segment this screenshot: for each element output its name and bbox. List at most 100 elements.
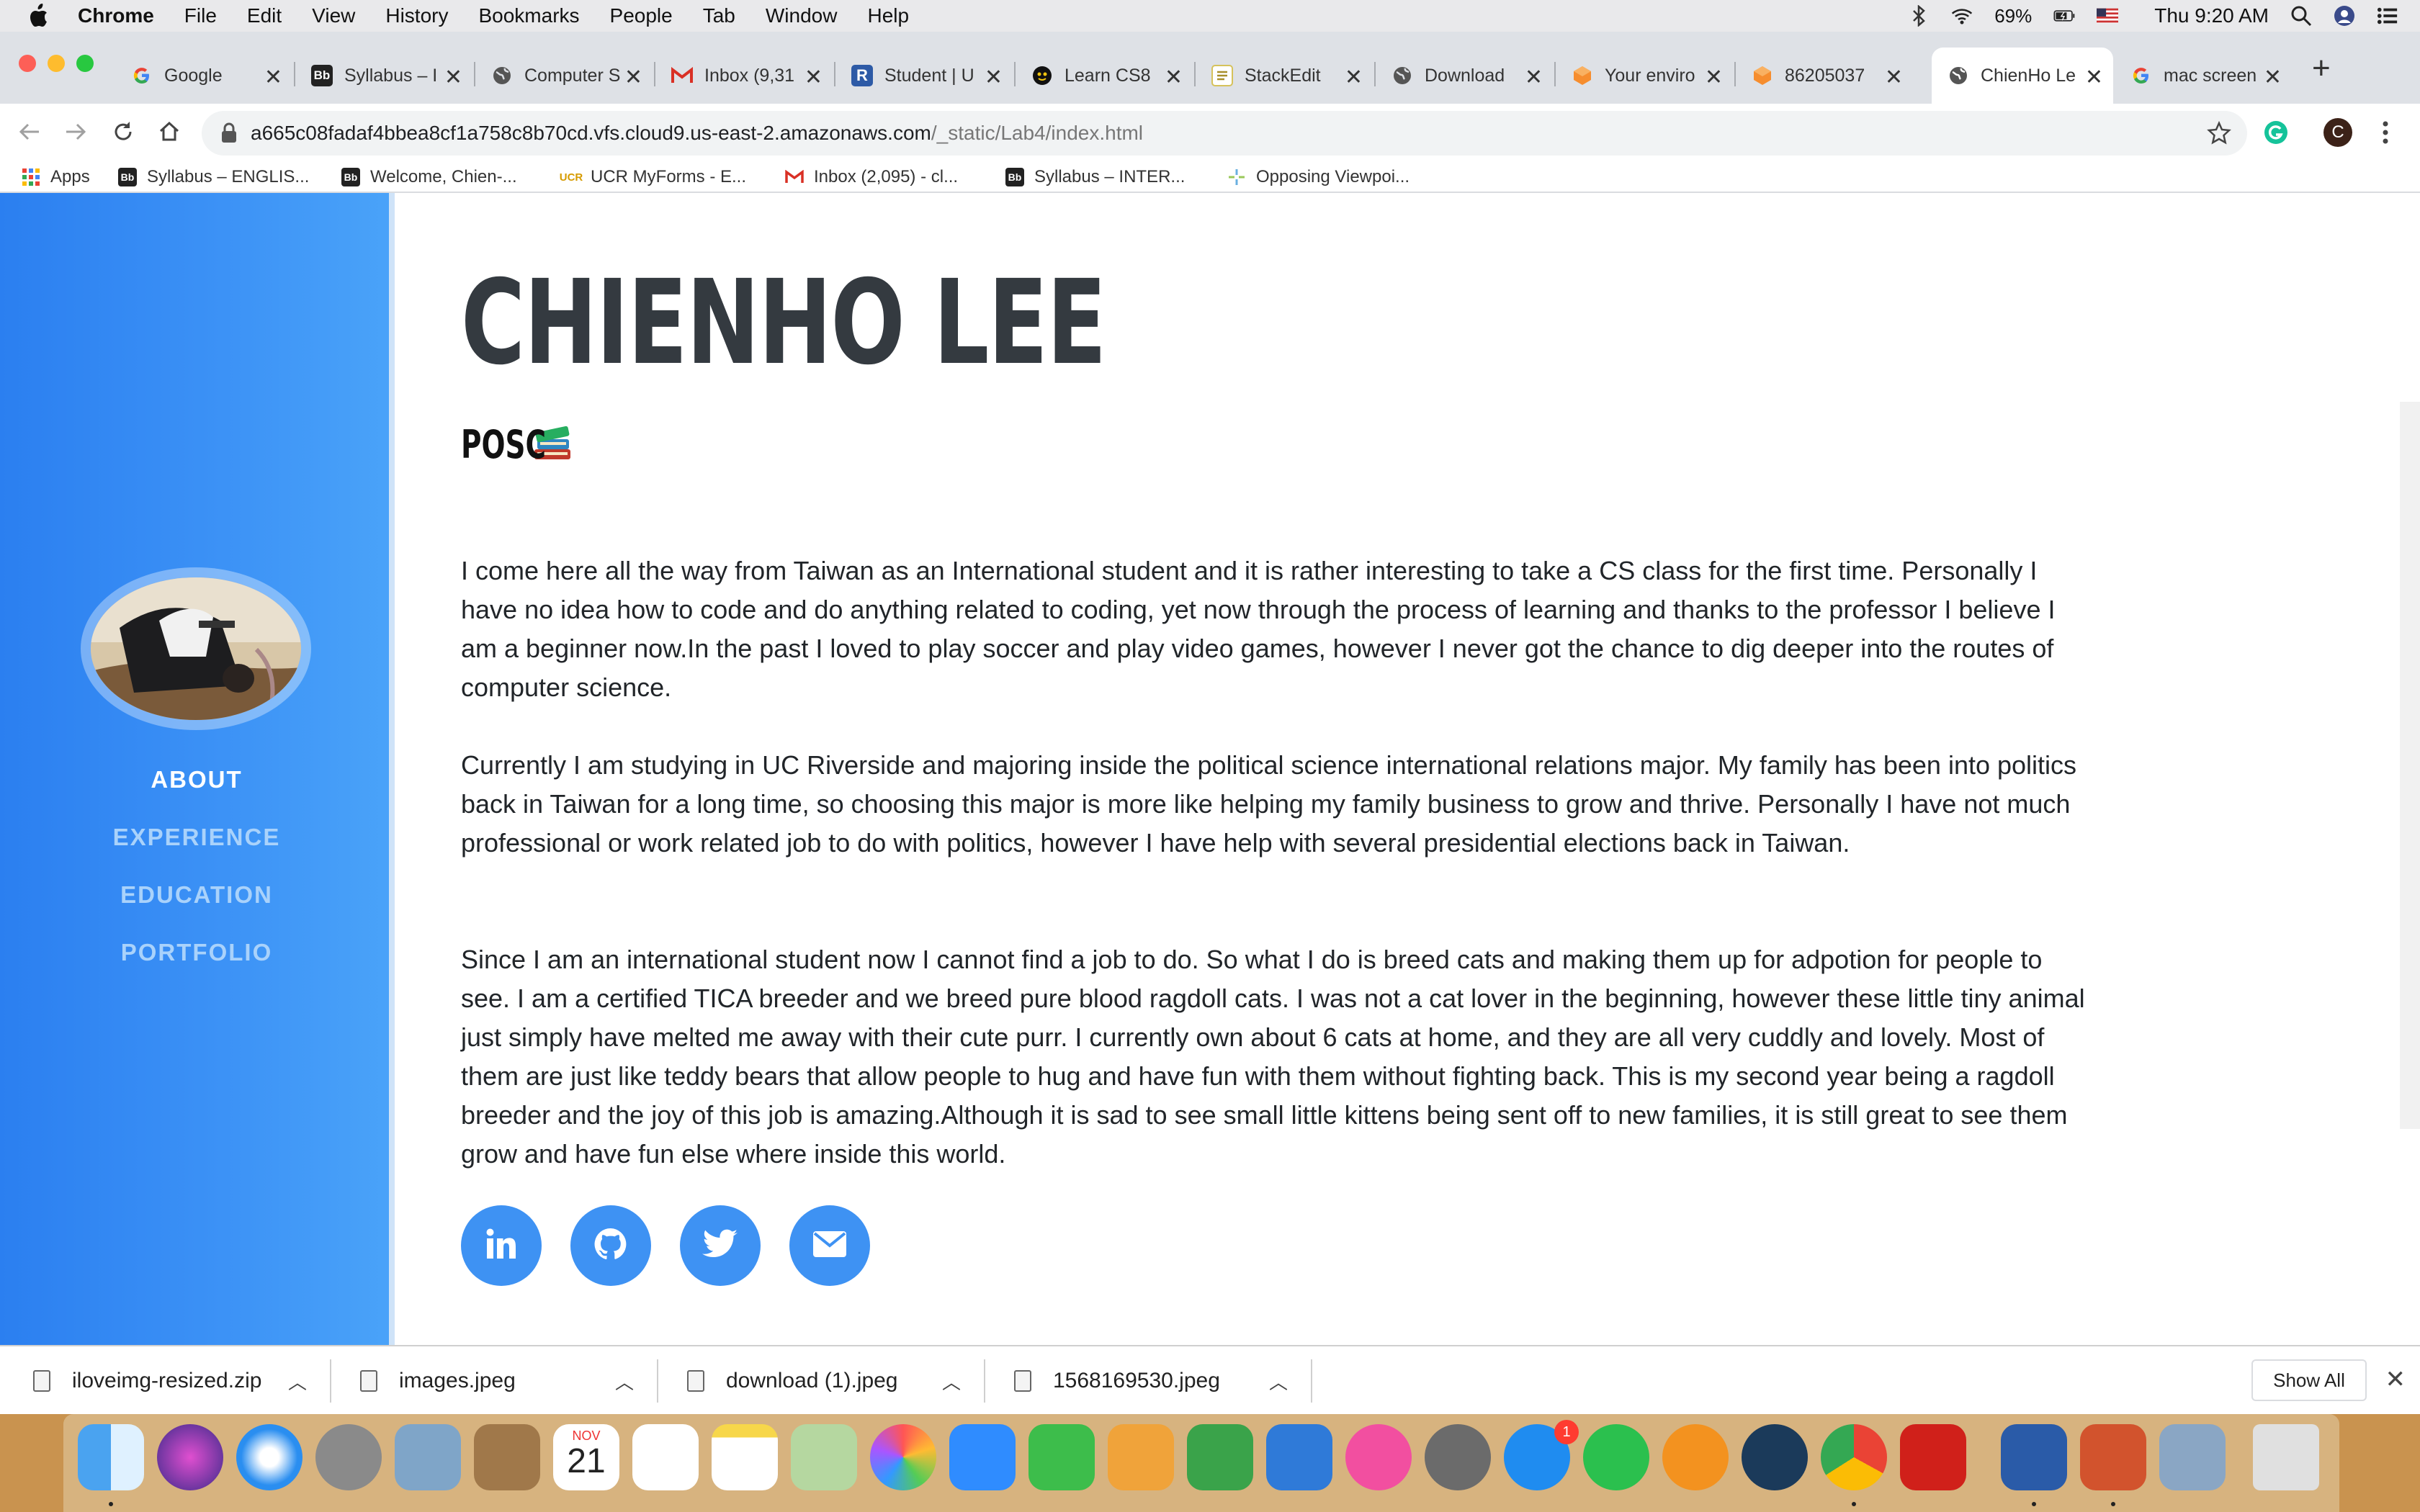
tab-close-icon[interactable]: ✕ — [985, 65, 1003, 90]
nav-education[interactable]: EDUCATION — [0, 881, 393, 909]
notes-icon[interactable] — [712, 1424, 778, 1490]
tab-close-icon[interactable]: ✕ — [444, 65, 462, 90]
tab-mac-screenshot[interactable]: mac screen ✕ — [2115, 48, 2292, 104]
photos-icon[interactable] — [870, 1424, 936, 1490]
keynote-icon[interactable] — [1266, 1424, 1332, 1490]
bookmark-opposing-viewpoints[interactable]: Opposing Viewpoi... — [1227, 166, 1410, 189]
new-tab-plus-icon[interactable]: + — [2312, 50, 2331, 86]
pages-icon[interactable] — [1108, 1424, 1174, 1490]
tab-computer-science[interactable]: Computer S ✕ — [475, 48, 653, 104]
trash-icon[interactable] — [2253, 1424, 2319, 1490]
facetime-icon[interactable] — [1028, 1424, 1095, 1490]
tab-close-icon[interactable]: ✕ — [2264, 65, 2282, 90]
email-button[interactable] — [789, 1205, 870, 1286]
nav-about[interactable]: ABOUT — [0, 766, 393, 793]
tab-cloud9-environment[interactable]: Your enviro ✕ — [1556, 48, 1733, 104]
profile-avatar[interactable]: C — [2323, 118, 2352, 147]
qq-music-icon[interactable] — [1583, 1424, 1649, 1490]
nav-portfolio[interactable]: PORTFOLIO — [0, 939, 393, 966]
tab-close-icon[interactable]: ✕ — [1885, 65, 1903, 90]
lock-icon[interactable] — [220, 122, 238, 148]
menu-history[interactable]: History — [385, 4, 448, 27]
word-icon[interactable] — [2001, 1424, 2067, 1490]
tab-cloud9-86205037[interactable]: 86205037 ✕ — [1736, 48, 1913, 104]
bookmark-syllabus-english[interactable]: Bb Syllabus – ENGLIS... — [118, 166, 309, 189]
address-bar[interactable]: a665c08fadaf4bbea8cf1a758c8b70cd.vfs.clo… — [202, 111, 2247, 156]
bookmark-syllabus-inter[interactable]: Bb Syllabus – INTER... — [1005, 166, 1185, 189]
messages-icon[interactable] — [949, 1424, 1016, 1490]
bookmark-inbox[interactable]: Inbox (2,095) - cl... — [785, 166, 958, 189]
calendar-icon[interactable]: NOV 21 — [553, 1424, 619, 1490]
contacts-icon[interactable] — [474, 1424, 540, 1490]
menu-view[interactable]: View — [312, 4, 355, 27]
forward-arrow-icon[interactable] — [63, 120, 88, 148]
finder-icon[interactable] — [78, 1424, 144, 1490]
tab-close-icon[interactable]: ✕ — [2085, 65, 2103, 90]
user-account-icon[interactable] — [2334, 5, 2355, 27]
page-scrollbar[interactable] — [2400, 402, 2420, 1129]
zoom-window-button[interactable] — [76, 55, 94, 72]
tab-learn-cs8[interactable]: Learn CS8 ✕ — [1016, 48, 1193, 104]
itunes-icon[interactable] — [1345, 1424, 1412, 1490]
reminders-icon[interactable] — [632, 1424, 699, 1490]
acrobat-icon[interactable] — [1900, 1424, 1966, 1490]
powerpoint-icon[interactable] — [2080, 1424, 2146, 1490]
wifi-icon[interactable] — [1951, 5, 1973, 27]
menubar-clock[interactable]: Thu 9:20 AM — [2154, 4, 2269, 27]
bookmark-apps[interactable]: Apps — [22, 166, 90, 189]
spotlight-search-icon[interactable] — [2290, 5, 2312, 27]
home-icon[interactable] — [157, 120, 182, 148]
tab-close-icon[interactable]: ✕ — [1345, 65, 1363, 90]
close-downloads-icon[interactable]: ✕ — [2385, 1365, 2406, 1394]
reload-icon[interactable] — [111, 120, 135, 148]
nav-experience[interactable]: EXPERIENCE — [0, 824, 393, 851]
apple-logo-icon[interactable] — [27, 4, 52, 28]
download-item[interactable]: download (1).jpeg — [687, 1346, 898, 1416]
show-all-button[interactable]: Show All — [2251, 1359, 2367, 1401]
menu-file[interactable]: File — [184, 4, 217, 27]
menu-tab[interactable]: Tab — [703, 4, 735, 27]
bookmark-welcome[interactable]: Bb Welcome, Chien-... — [341, 166, 517, 189]
tab-close-icon[interactable]: ✕ — [624, 65, 642, 90]
us-flag-icon[interactable] — [2097, 5, 2119, 27]
numbers-icon[interactable] — [1187, 1424, 1253, 1490]
linkedin-button[interactable] — [461, 1205, 542, 1286]
battery-icon[interactable] — [2053, 5, 2075, 27]
tab-close-icon[interactable]: ✕ — [1705, 65, 1723, 90]
tab-close-icon[interactable]: ✕ — [805, 65, 823, 90]
menu-edit[interactable]: Edit — [247, 4, 282, 27]
maps-icon[interactable] — [791, 1424, 857, 1490]
bluetooth-icon[interactable] — [1908, 5, 1930, 27]
menu-people[interactable]: People — [610, 4, 673, 27]
launchpad-icon[interactable] — [315, 1424, 382, 1490]
minimize-window-button[interactable] — [48, 55, 65, 72]
chevron-up-icon[interactable]: ︿ — [288, 1368, 307, 1395]
menu-window[interactable]: Window — [766, 4, 838, 27]
books-app-icon[interactable] — [1662, 1424, 1729, 1490]
chrome-icon[interactable] — [1821, 1424, 1887, 1490]
download-item[interactable]: images.jpeg — [360, 1346, 516, 1416]
tab-close-icon[interactable]: ✕ — [264, 65, 282, 90]
menu-bookmarks[interactable]: Bookmarks — [478, 4, 579, 27]
tab-syllabus[interactable]: Bb Syllabus – I ✕ — [295, 48, 472, 104]
tab-chienho-lee[interactable]: ChienHo Le ✕ — [1932, 48, 2113, 104]
preview-folder-icon[interactable] — [2159, 1424, 2226, 1490]
close-window-button[interactable] — [19, 55, 36, 72]
tab-google[interactable]: Google ✕ — [115, 48, 292, 104]
tab-close-icon[interactable]: ✕ — [1525, 65, 1543, 90]
download-item[interactable]: 1568169530.jpeg — [1014, 1346, 1220, 1416]
system-preferences-icon[interactable] — [1425, 1424, 1491, 1490]
menu-help[interactable]: Help — [867, 4, 909, 27]
chevron-up-icon[interactable]: ︿ — [942, 1368, 961, 1395]
chevron-up-icon[interactable]: ︿ — [615, 1368, 634, 1395]
twitter-button[interactable] — [680, 1205, 761, 1286]
steam-icon[interactable] — [1742, 1424, 1808, 1490]
bookmark-star-icon[interactable] — [2207, 120, 2231, 149]
safari-icon[interactable] — [236, 1424, 302, 1490]
menu-app-name[interactable]: Chrome — [78, 4, 154, 27]
grammarly-extension-icon[interactable] — [2263, 120, 2289, 149]
tab-download[interactable]: Download ✕ — [1376, 48, 1553, 104]
url-text[interactable]: a665c08fadaf4bbea8cf1a758c8b70cd.vfs.clo… — [251, 122, 1143, 145]
chevron-up-icon[interactable]: ︿ — [1269, 1368, 1288, 1395]
github-button[interactable] — [570, 1205, 651, 1286]
